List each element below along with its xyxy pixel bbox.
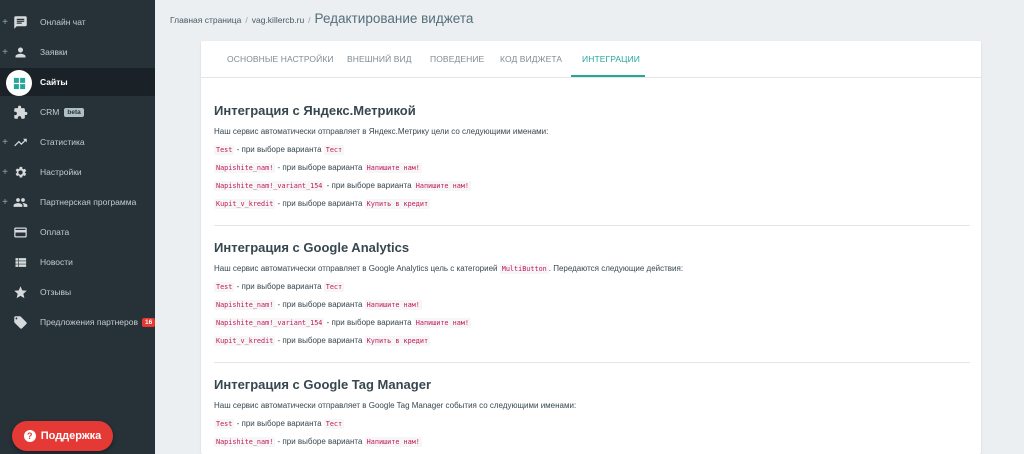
tab-behavior[interactable]: ПОВЕДЕНИЕ <box>430 54 484 64</box>
sidebar-item-partner-program[interactable]: + Партнерская программа <box>0 188 155 216</box>
user-icon <box>12 44 28 60</box>
page-title: Редактирование виджета <box>314 11 474 26</box>
tab-bar: ОСНОВНЫЕ НАСТРОЙКИ ВНЕШНИЙ ВИД ПОВЕДЕНИЕ… <box>201 41 981 78</box>
variant-code: Тест <box>323 282 345 292</box>
expand-plus-icon: + <box>2 46 8 58</box>
sidebar-item-news[interactable]: Новости <box>0 248 155 276</box>
support-label: Поддержка <box>40 430 102 442</box>
sidebar-item-reviews[interactable]: Отзывы <box>0 278 155 306</box>
section-description: Наш сервис автоматически отправляет в Go… <box>214 401 577 410</box>
variant-code: Тест <box>323 145 345 155</box>
sidebar-item-online-chat[interactable]: + Онлайн чат <box>0 8 155 36</box>
widget-editor-card: ОСНОВНЫЕ НАСТРОЙКИ ВНЕШНИЙ ВИД ПОВЕДЕНИЕ… <box>201 41 981 454</box>
action-line: Napishite_nam!_variant_154 - при выборе … <box>214 318 471 328</box>
sidebar-item-label: Партнерская программа <box>40 197 137 207</box>
sidebar-item-settings[interactable]: + Настройки <box>0 158 155 186</box>
sidebar-item-partner-offers[interactable]: Предложения партнеров 16 <box>0 308 156 336</box>
sites-icon <box>6 70 32 96</box>
breadcrumb-home-link[interactable]: Главная страница <box>170 15 241 25</box>
variant-code: Напишите нам! <box>364 163 422 173</box>
sidebar-item-label: Настройки <box>40 167 82 177</box>
goal-line: Kupit_v_kredit - при выборе варианта Куп… <box>214 199 431 209</box>
action-code: Napishite_nam! <box>214 300 276 310</box>
breadcrumb-site-link[interactable]: vag.killercb.ru <box>252 15 304 25</box>
category-code: MultiButton <box>499 264 549 274</box>
tab-appearance[interactable]: ВНЕШНИЙ ВИД <box>347 54 412 64</box>
goal-code: Napishite_nam! <box>214 163 276 173</box>
sidebar-item-label: CRM beta <box>40 107 84 118</box>
variant-code: Тест <box>323 419 345 429</box>
puzzle-icon <box>12 104 28 120</box>
sidebar-item-label: Отзывы <box>40 287 72 297</box>
section-divider <box>214 362 970 363</box>
expand-plus-icon: + <box>2 16 8 28</box>
tag-icon <box>12 314 28 330</box>
tab-main-settings[interactable]: ОСНОВНЫЕ НАСТРОЙКИ <box>227 54 334 64</box>
goal-line: Napishite_nam!_variant_154 - при выборе … <box>214 181 471 191</box>
section-divider <box>214 225 970 226</box>
people-icon <box>12 194 28 210</box>
event-line: Test - при выборе варианта Тест <box>214 419 345 429</box>
expand-plus-icon: + <box>2 136 8 148</box>
tab-widget-code[interactable]: КОД ВИДЖЕТА <box>500 54 562 64</box>
variant-code: Напишите нам! <box>413 318 471 328</box>
action-code: Kupit_v_kredit <box>214 336 276 346</box>
support-button[interactable]: ? Поддержка <box>12 421 113 451</box>
action-line: Test - при выборе варианта Тест <box>214 282 345 292</box>
expand-plus-icon: + <box>2 166 8 178</box>
expand-plus-icon: + <box>2 196 8 208</box>
breadcrumb-separator: / <box>308 15 311 25</box>
sidebar-item-label: Новости <box>40 257 73 267</box>
variant-code: Купить в кредит <box>364 336 431 346</box>
section-title: Интеграция с Google Analytics <box>214 240 410 255</box>
sidebar-item-label: Предложения партнеров 16 <box>40 317 156 328</box>
chat-icon <box>12 14 28 30</box>
event-code: Napishite_nam! <box>214 437 276 447</box>
goal-line: Napishite_nam! - при выборе варианта Нап… <box>214 163 422 173</box>
action-line: Napishite_nam! - при выборе варианта Нап… <box>214 300 422 310</box>
sidebar-item-label: Заявки <box>40 47 68 57</box>
goal-code: Kupit_v_kredit <box>214 199 276 209</box>
section-description: Наш сервис автоматически отправляет в Go… <box>214 264 684 274</box>
action-code: Test <box>214 282 235 292</box>
sidebar-item-label: Сайты <box>40 77 68 87</box>
breadcrumb-separator: / <box>245 15 248 25</box>
gear-icon <box>12 164 28 180</box>
beta-badge: beta <box>64 108 84 118</box>
section-description: Наш сервис автоматически отправляет в Ян… <box>214 127 549 136</box>
sidebar-item-requests[interactable]: + Заявки <box>0 38 155 66</box>
action-code: Napishite_nam!_variant_154 <box>214 318 325 328</box>
sidebar-item-crm[interactable]: CRM beta <box>0 98 155 126</box>
variant-code: Напишите нам! <box>364 437 422 447</box>
event-code: Test <box>214 419 235 429</box>
variant-code: Напишите нам! <box>364 300 422 310</box>
star-icon <box>12 284 28 300</box>
goal-code: Test <box>214 145 235 155</box>
variant-code: Купить в кредит <box>364 199 431 209</box>
count-badge: 16 <box>142 318 156 328</box>
trending-icon <box>12 134 28 150</box>
event-line: Napishite_nam! - при выборе варианта Нап… <box>214 437 422 447</box>
variant-code: Напишите нам! <box>413 181 471 191</box>
sidebar-item-label: Онлайн чат <box>40 17 86 27</box>
goal-line: Test - при выборе варианта Тест <box>214 145 345 155</box>
sidebar-item-sites[interactable]: Сайты <box>0 68 155 96</box>
sidebar-item-label: Оплата <box>40 227 70 237</box>
section-title: Интеграция с Яндекс.Метрикой <box>214 103 416 118</box>
tab-integrations[interactable]: ИНТЕГРАЦИИ <box>582 54 640 64</box>
goal-code: Napishite_nam!_variant_154 <box>214 181 325 191</box>
breadcrumb: Главная страница / vag.killercb.ru / Ред… <box>170 11 473 26</box>
action-line: Kupit_v_kredit - при выборе варианта Куп… <box>214 336 431 346</box>
sidebar-item-statistics[interactable]: + Статистика <box>0 128 155 156</box>
section-title: Интеграция с Google Tag Manager <box>214 377 432 392</box>
card-icon <box>12 224 28 240</box>
sidebar-item-label: Статистика <box>40 137 85 147</box>
help-icon: ? <box>23 430 36 442</box>
sidebar-item-payment[interactable]: Оплата <box>0 218 155 246</box>
sidebar: + Онлайн чат + Заявки Сайты CRM beta + Ст… <box>0 0 156 454</box>
active-tab-indicator <box>571 75 645 77</box>
news-icon <box>12 254 28 270</box>
